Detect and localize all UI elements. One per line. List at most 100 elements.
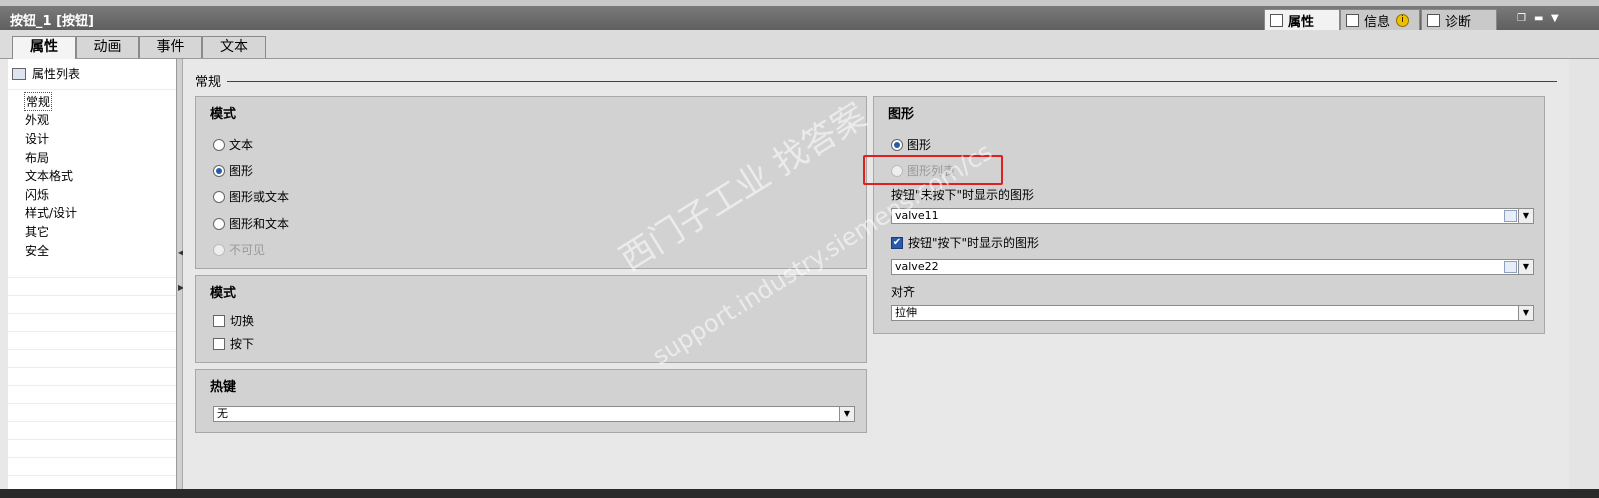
divider xyxy=(8,295,176,296)
pressed-graphic-label: 按钮"按下"时显示的图形 xyxy=(908,236,1040,250)
chevron-down-icon[interactable]: ▼ xyxy=(839,407,854,421)
hotkey-group-title: 热键 xyxy=(210,380,237,395)
align-value: 拉伸 xyxy=(895,306,917,319)
tab-attributes[interactable]: 属性 xyxy=(12,36,76,59)
checkbox-box xyxy=(213,314,225,327)
chevron-down-icon[interactable]: ▼ xyxy=(1518,209,1533,223)
mode-group: 模式 文本 图形 图形或文本 图形和文本 不可见 xyxy=(195,96,867,269)
not-pressed-graphic-value: valve11 xyxy=(895,209,939,222)
menu-dropdown-icon[interactable]: ▼ xyxy=(1551,13,1559,24)
checkbox-toggle-label: 切换 xyxy=(230,314,255,328)
title-bar: 按钮_1 [按钮] 属性 信息 i 诊断 ❐ ▬ ▼ xyxy=(0,6,1599,30)
nav-item-style-design[interactable]: 样式/设计 xyxy=(25,204,77,221)
tab-events[interactable]: 事件 xyxy=(139,36,202,58)
properties-content: 常规 模式 文本 图形 图形或文本 图形和文本 不可见 模式 切换 按下 热键 … xyxy=(183,59,1569,489)
align-select[interactable]: 拉伸 ▼ xyxy=(891,305,1534,321)
hotkey-group: 热键 无 ▼ xyxy=(195,369,867,433)
section-title: 常规 xyxy=(195,75,222,90)
highlight-annotation xyxy=(863,155,1003,185)
radio-text-label: 文本 xyxy=(229,138,254,152)
checkbox-pressed[interactable]: 按下 xyxy=(213,335,254,352)
divider xyxy=(8,331,176,332)
checkbox-box xyxy=(213,337,225,350)
nav-item-flashing[interactable]: 闪烁 xyxy=(25,186,49,203)
vertical-scrollbar[interactable] xyxy=(1569,59,1599,489)
tab-diagnostics[interactable]: 诊断 xyxy=(1421,9,1497,30)
info-tree-icon xyxy=(1346,13,1359,27)
radio-graphic-and-text[interactable]: 图形和文本 xyxy=(213,215,289,232)
graphic-list-icon[interactable] xyxy=(1504,261,1517,273)
divider xyxy=(8,89,176,90)
bottom-strip xyxy=(0,489,1599,498)
radio-graphic[interactable]: 图形 xyxy=(213,162,253,179)
property-list-title: 属性列表 xyxy=(32,67,81,81)
nav-item-design[interactable]: 设计 xyxy=(25,130,49,147)
radio-graphic-or-text[interactable]: 图形或文本 xyxy=(213,188,289,205)
radio-graphic-or-text-label: 图形或文本 xyxy=(229,190,290,204)
divider xyxy=(8,421,176,422)
radio-graphic-label: 图形 xyxy=(229,164,254,178)
radio-text[interactable]: 文本 xyxy=(213,136,253,153)
property-list-panel: 属性列表 常规 外观 设计 布局 文本格式 闪烁 样式/设计 其它 安全 xyxy=(8,59,177,489)
tab-animation[interactable]: 动画 xyxy=(76,36,139,58)
property-tab-bar: 属性 动画 事件 文本 xyxy=(0,30,1599,59)
divider xyxy=(8,277,176,278)
property-list-icon xyxy=(12,67,26,80)
radio-graphic-and-text-label: 图形和文本 xyxy=(229,217,290,231)
radio-invisible-label: 不可见 xyxy=(229,243,266,257)
tab-properties-label: 属性 xyxy=(1288,14,1315,30)
tab-info[interactable]: 信息 i xyxy=(1340,9,1420,30)
radio-circle xyxy=(213,190,225,203)
tab-diagnostics-label: 诊断 xyxy=(1445,14,1472,30)
radio-graphic-option[interactable]: 图形 xyxy=(891,136,931,153)
mode2-group: 模式 切换 按下 xyxy=(195,275,867,363)
mode2-group-title: 模式 xyxy=(210,286,237,301)
divider xyxy=(8,457,176,458)
radio-circle-selected xyxy=(213,164,225,177)
not-pressed-graphic-field[interactable]: valve11 ▼ xyxy=(891,208,1534,224)
restore-window-icon[interactable]: ❐ xyxy=(1517,13,1526,24)
diagnostics-icon xyxy=(1427,13,1440,27)
hotkey-value: 无 xyxy=(217,407,228,420)
checkbox-toggle[interactable]: 切换 xyxy=(213,312,254,329)
section-divider xyxy=(227,81,1557,82)
checkbox-pressed-graphic[interactable]: ✔ 按钮"按下"时显示的图形 xyxy=(891,234,1039,251)
align-label: 对齐 xyxy=(891,285,916,299)
minimize-window-icon[interactable]: ▬ xyxy=(1534,13,1543,24)
radio-circle-selected xyxy=(891,138,903,151)
nav-item-layout[interactable]: 布局 xyxy=(25,149,49,166)
radio-circle xyxy=(213,217,225,230)
chevron-down-icon[interactable]: ▼ xyxy=(1518,260,1533,274)
divider xyxy=(8,313,176,314)
tab-info-label: 信息 xyxy=(1364,14,1391,30)
pressed-graphic-value: valve22 xyxy=(895,260,939,273)
hotkey-select[interactable]: 无 ▼ xyxy=(213,406,855,422)
divider xyxy=(8,349,176,350)
radio-graphic-option-label: 图形 xyxy=(907,138,932,152)
tab-properties[interactable]: 属性 xyxy=(1264,9,1340,30)
graphic-list-icon[interactable] xyxy=(1504,210,1517,222)
not-pressed-graphic-label: 按钮"未按下"时显示的图形 xyxy=(891,188,1035,202)
mode-group-title: 模式 xyxy=(210,107,237,122)
property-list-header: 属性列表 xyxy=(12,65,80,82)
magnifier-icon xyxy=(1270,13,1283,27)
radio-invisible[interactable]: 不可见 xyxy=(213,241,265,258)
radio-circle-disabled xyxy=(213,243,225,256)
nav-item-appearance[interactable]: 外观 xyxy=(25,111,49,128)
nav-item-misc[interactable]: 其它 xyxy=(25,223,49,240)
graphic-group-title: 图形 xyxy=(888,107,915,122)
nav-item-security[interactable]: 安全 xyxy=(25,242,49,259)
divider xyxy=(8,367,176,368)
nav-item-text-format[interactable]: 文本格式 xyxy=(25,167,73,184)
window-title: 按钮_1 [按钮] xyxy=(10,14,94,29)
tab-text[interactable]: 文本 xyxy=(202,36,266,58)
checkbox-checked: ✔ xyxy=(891,236,903,249)
radio-circle xyxy=(213,138,225,151)
divider xyxy=(8,475,176,476)
divider xyxy=(8,439,176,440)
divider xyxy=(8,385,176,386)
nav-item-general[interactable]: 常规 xyxy=(24,92,53,111)
checkbox-pressed-label: 按下 xyxy=(230,337,255,351)
chevron-down-icon[interactable]: ▼ xyxy=(1518,306,1533,320)
pressed-graphic-field[interactable]: valve22 ▼ xyxy=(891,259,1534,275)
